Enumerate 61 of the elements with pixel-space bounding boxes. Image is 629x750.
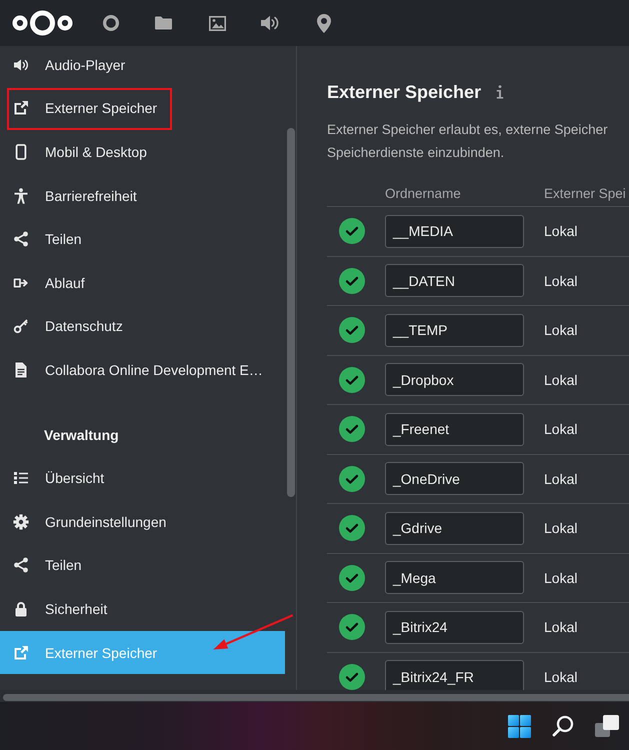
person-icon bbox=[13, 188, 29, 204]
sidebar-item[interactable]: Barrierefreiheit bbox=[0, 174, 285, 218]
sidebar-item[interactable]: Datenschutz bbox=[0, 304, 285, 348]
table-cell: Lokal bbox=[544, 668, 578, 685]
sidebar-item[interactable]: Teilen bbox=[0, 544, 285, 588]
sidebar-item[interactable]: Sicherheit bbox=[0, 587, 285, 631]
start-icon[interactable] bbox=[508, 714, 531, 738]
sidebar-item[interactable]: Übersicht bbox=[0, 456, 285, 500]
table-cell: Lokal bbox=[544, 470, 578, 487]
sidebar-item[interactable]: Audio-Player bbox=[0, 46, 285, 87]
map-pin-icon[interactable] bbox=[316, 14, 331, 32]
table-cell: Lokal bbox=[544, 372, 578, 388]
external-link-icon bbox=[13, 100, 29, 116]
folder-name-field[interactable]: __TEMP bbox=[385, 314, 524, 347]
lock-icon bbox=[13, 600, 29, 617]
table-cell: Lokal bbox=[544, 619, 578, 636]
info-icon[interactable] bbox=[496, 85, 504, 99]
gear-icon bbox=[13, 514, 29, 530]
document-icon bbox=[13, 362, 29, 378]
folder-name-field[interactable]: _Bitrix24 bbox=[385, 610, 524, 644]
speaker-icon bbox=[13, 56, 29, 73]
sidebar-item[interactable]: Externer Speicher bbox=[0, 86, 285, 130]
key-icon bbox=[13, 318, 29, 334]
column-header: Ordnername bbox=[385, 185, 461, 203]
share-icon bbox=[13, 557, 29, 574]
table-cell: Lokal bbox=[544, 570, 578, 586]
folder-name-field[interactable]: _Dropbox bbox=[385, 363, 524, 396]
sidebar-item[interactable]: Mobil & Desktop bbox=[0, 130, 285, 174]
phone-icon bbox=[13, 144, 29, 160]
logo-icon[interactable] bbox=[12, 8, 73, 38]
list-icon bbox=[13, 470, 29, 486]
sidebar-item[interactable]: Teilen bbox=[0, 217, 285, 261]
folder-name-field[interactable]: _Mega bbox=[385, 561, 524, 594]
sidebar-item[interactable]: Ablauf bbox=[0, 260, 285, 305]
search-icon[interactable] bbox=[552, 715, 574, 737]
table-cell: Lokal bbox=[544, 421, 578, 438]
speaker-icon[interactable] bbox=[261, 15, 280, 31]
table-cell: Lokal bbox=[544, 520, 578, 536]
folder-name-field[interactable]: _Gdrive bbox=[385, 512, 524, 545]
section-heading: Verwaltung bbox=[43, 426, 120, 445]
share-icon bbox=[13, 231, 29, 248]
description-text: Externer Speicher erlaubt es, externe Speicher Speicherdienste einzubinden. bbox=[327, 121, 609, 162]
table-cell: Lokal bbox=[544, 322, 578, 338]
table-cell: Lokal bbox=[544, 223, 578, 240]
folder-name-field[interactable]: __DATEN bbox=[385, 264, 524, 298]
scrollbar-thumb[interactable] bbox=[287, 128, 295, 497]
folder-name-field[interactable]: _OneDrive bbox=[385, 462, 524, 496]
sidebar-item[interactable]: Collabora Online Development E… bbox=[0, 348, 285, 392]
page-title: Externer Speicher bbox=[327, 81, 482, 104]
external-link-icon bbox=[13, 644, 29, 660]
scrollbar-thumb[interactable] bbox=[3, 694, 629, 701]
folder-icon[interactable] bbox=[155, 16, 172, 30]
overlapping-windows-icon[interactable] bbox=[595, 715, 619, 737]
folder-name-field[interactable]: _Freenet bbox=[385, 412, 524, 446]
table-cell: Lokal bbox=[544, 272, 578, 289]
folder-name-field[interactable]: __MEDIA bbox=[385, 214, 524, 248]
circle-icon[interactable] bbox=[102, 15, 119, 31]
sidebar-item[interactable]: Grundeinstellungen bbox=[0, 500, 285, 544]
folder-name-field[interactable]: _Bitrix24_FR bbox=[385, 660, 524, 690]
column-header: Externer Spei bbox=[544, 185, 626, 203]
image-icon[interactable] bbox=[208, 16, 226, 30]
